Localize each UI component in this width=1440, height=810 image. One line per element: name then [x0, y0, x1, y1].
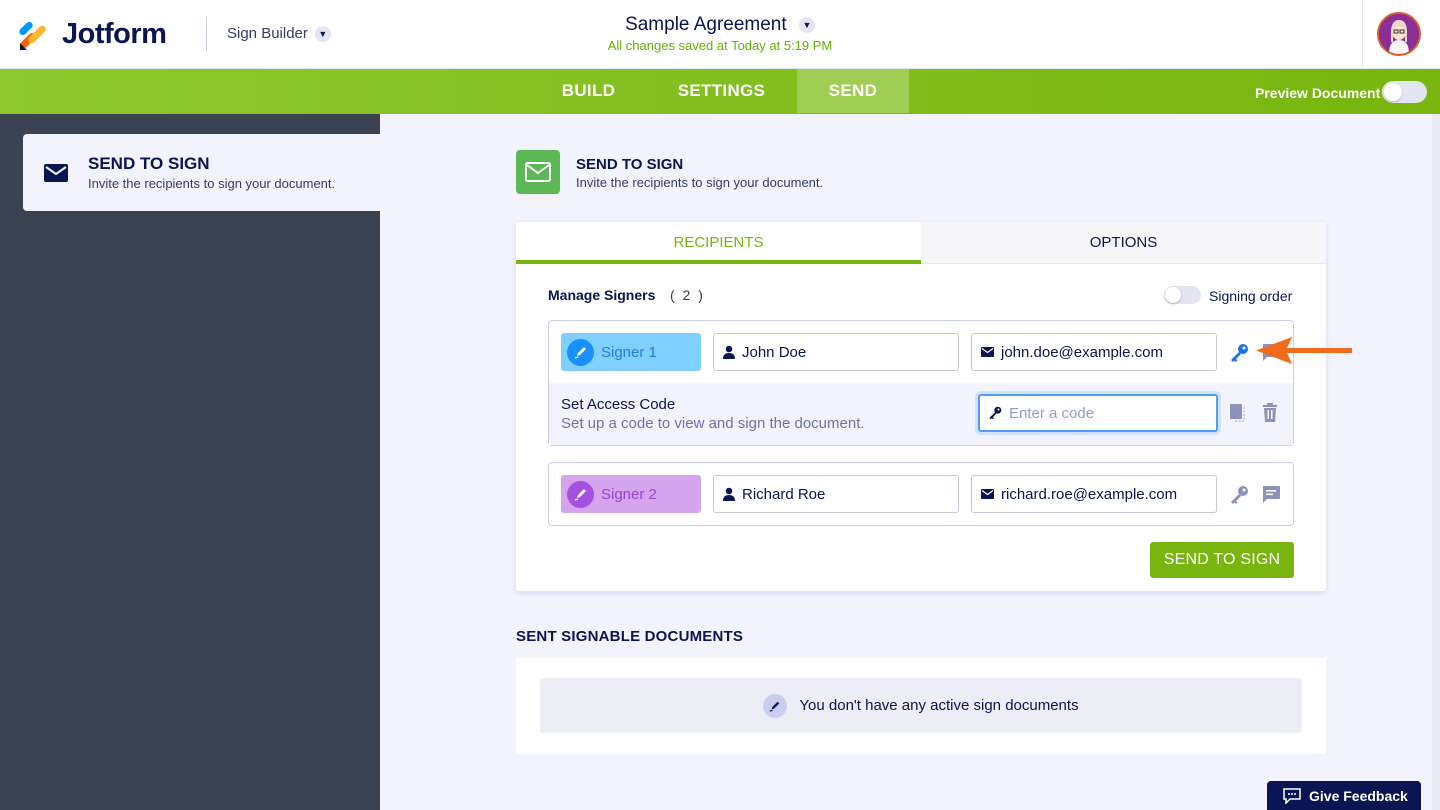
toggle-knob	[1165, 287, 1181, 303]
signer-1-label: Signer 1	[601, 343, 657, 361]
tab-build[interactable]: BUILD	[531, 69, 646, 113]
user-avatar[interactable]	[1377, 12, 1421, 56]
signer-count: ( 2 )	[670, 287, 705, 303]
preview-document-toggle[interactable]	[1382, 81, 1427, 103]
pen-icon	[567, 480, 594, 508]
manage-signers-label: Manage Signers	[548, 287, 656, 303]
signer-1-name: John Doe	[742, 343, 807, 361]
section-title: SEND TO SIGN	[576, 156, 684, 173]
signer-1-email: john.doe@example.com	[1001, 343, 1163, 361]
send-to-sign-icon	[516, 150, 560, 194]
header-divider-right	[1362, 0, 1363, 69]
tab-options[interactable]: OPTIONS	[921, 222, 1326, 264]
annotation-arrow-icon	[1256, 337, 1352, 364]
empty-state: You don't have any active sign documents	[540, 678, 1302, 733]
section-subtitle: Invite the recipients to sign your docum…	[576, 175, 824, 190]
sent-documents-title: SENT SIGNABLE DOCUMENTS	[516, 628, 744, 645]
access-code-input[interactable]: Enter a code	[978, 394, 1218, 432]
give-feedback-label: Give Feedback	[1309, 787, 1408, 804]
access-code-placeholder: Enter a code	[1009, 404, 1095, 422]
pen-icon	[567, 338, 594, 366]
envelope-icon	[44, 164, 68, 187]
page-scrollbar[interactable]	[1432, 114, 1440, 810]
sidebar-item-send-to-sign[interactable]: SEND TO SIGN Invite the recipients to si…	[23, 134, 380, 211]
user-icon	[723, 487, 735, 501]
toggle-knob	[1384, 83, 1402, 101]
access-code-title: Set Access Code	[561, 396, 676, 413]
chevron-down-icon[interactable]: ▼	[798, 17, 815, 33]
message-icon[interactable]	[1261, 485, 1281, 509]
signer-row-2: Signer 2 Richard Roe richard.roe@example…	[548, 462, 1294, 526]
pen-icon	[763, 693, 788, 718]
signing-order-toggle[interactable]	[1164, 286, 1201, 304]
signer-2-email: richard.roe@example.com	[1001, 485, 1178, 503]
document-title-text: Sample Agreement	[625, 14, 787, 35]
save-status: All changes saved at Today at 5:19 PM	[607, 38, 833, 53]
feedback-icon	[1283, 787, 1301, 804]
signer-1-name-field[interactable]: John Doe	[713, 333, 959, 371]
signer-1-email-field[interactable]: john.doe@example.com	[971, 333, 1217, 371]
sent-documents-card: You don't have any active sign documents	[516, 658, 1326, 754]
signer-1-badge[interactable]: Signer 1	[561, 333, 701, 371]
mail-icon	[981, 489, 994, 499]
key-icon[interactable]	[1229, 343, 1249, 368]
tab-send[interactable]: SEND	[797, 69, 909, 113]
trash-icon[interactable]	[1262, 403, 1278, 427]
signing-order-label: Signing order	[1209, 288, 1293, 304]
empty-state-message: You don't have any active sign documents	[799, 697, 1079, 714]
signer-2-name-field[interactable]: Richard Roe	[713, 475, 959, 513]
tab-recipients[interactable]: RECIPIENTS	[516, 222, 921, 264]
send-to-sign-button[interactable]: SEND TO SIGN	[1150, 542, 1294, 578]
mail-icon	[981, 347, 994, 357]
app-header: Jotform Sign Builder ▼ Sample Agreement …	[0, 0, 1440, 69]
sidebar-item-title: SEND TO SIGN	[88, 154, 210, 173]
signer-2-label: Signer 2	[601, 485, 657, 503]
access-code-subtitle: Set up a code to view and sign the docum…	[561, 415, 865, 432]
tab-settings[interactable]: SETTINGS	[646, 69, 797, 113]
document-title[interactable]: Sample Agreement ▼	[0, 14, 1440, 36]
recipients-card: RECIPIENTS OPTIONS Manage Signers ( 2 ) …	[516, 222, 1326, 591]
give-feedback-button[interactable]: Give Feedback	[1267, 781, 1421, 810]
key-icon	[988, 406, 1002, 420]
key-icon[interactable]	[1229, 485, 1249, 510]
access-code-row: Set Access Code Set up a code to view an…	[549, 383, 1293, 445]
sidebar-item-subtitle: Invite the recipients to sign your docum…	[88, 176, 336, 191]
signer-2-badge[interactable]: Signer 2	[561, 475, 701, 513]
preview-document-label: Preview Document	[1255, 85, 1381, 101]
signer-2-name: Richard Roe	[742, 485, 826, 503]
signer-2-email-field[interactable]: richard.roe@example.com	[971, 475, 1217, 513]
signer-row-1: Signer 1 John Doe john.doe@example.com S…	[548, 320, 1294, 446]
sidebar: SEND TO SIGN Invite the recipients to si…	[0, 114, 380, 810]
copy-icon[interactable]	[1229, 403, 1247, 428]
builder-nav: BUILD SETTINGS SEND Preview Document	[0, 69, 1440, 114]
user-icon	[723, 345, 735, 359]
